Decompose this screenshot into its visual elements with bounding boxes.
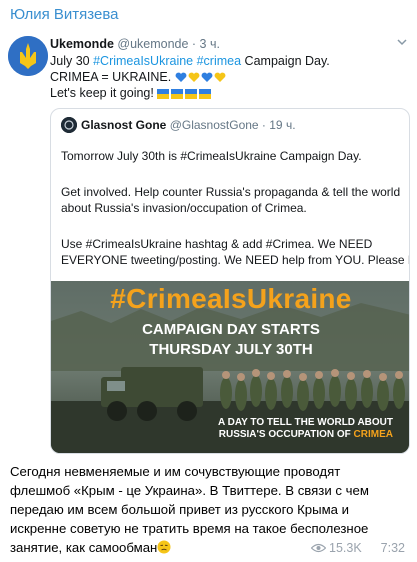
- channel-name[interactable]: Юлия Витязева: [10, 6, 118, 23]
- caption-line: передаю им всем большой привет из русско…: [10, 502, 350, 517]
- tweet-line-2: CRIMEA = UKRAINE.: [50, 70, 227, 85]
- hashtag-link[interactable]: #CrimeaIsUkraine: [93, 54, 193, 68]
- media-headline-2: THURSDAY JULY 30TH: [149, 341, 313, 358]
- quoted-text-line: Tomorrow July 30th is #CrimeaIsUkraine C…: [61, 149, 362, 163]
- quoted-display-name[interactable]: Glasnost Gone: [81, 118, 166, 132]
- eye-icon: [311, 543, 327, 553]
- chevron-down-icon[interactable]: [396, 36, 408, 48]
- caption-line: искренне советую не тратить время на так…: [10, 521, 369, 536]
- view-count: 15.3K: [329, 541, 362, 555]
- ukemonde-avatar[interactable]: [8, 36, 48, 76]
- tweet-display-name[interactable]: Ukemonde: [50, 37, 114, 51]
- campaign-image[interactable]: #CrimeaIsUkraine CAMPAIGN DAY STARTS THU…: [51, 281, 409, 453]
- blue-heart-icon: [175, 72, 187, 82]
- glasnostgone-avatar[interactable]: [61, 117, 77, 133]
- tweet-card[interactable]: Ukemonde @ukemonde · 3 ч. July 30 #Crime…: [8, 32, 412, 460]
- caption-line: Сегодня невменяемые и им сочувствующие п…: [10, 464, 341, 479]
- tweet-line-3: Let's keep it going!: [50, 86, 212, 100]
- quoted-text-line: about Russia's invasion/occupation of Cr…: [61, 201, 307, 215]
- tweet-line-1: July 30 #CrimeaIsUkraine #crimea Campaig…: [50, 54, 330, 68]
- post-meta: 15.3K 7:32: [311, 541, 405, 555]
- quoted-text-line: EVERYONE tweeting/posting. We NEED help …: [61, 253, 410, 267]
- heart-emoji-icons: [175, 71, 227, 85]
- quoted-tweet[interactable]: Glasnost Gone @GlasnostGone · 19 ч. Tomo…: [50, 108, 410, 454]
- quoted-text-line: Get involved. Help counter Russia's prop…: [61, 185, 401, 199]
- caption-line: флешмоб «Крым - це Украина». В Твиттере.…: [10, 483, 369, 498]
- media-hashtag: #CrimeaIsUkraine: [110, 283, 352, 314]
- ukraine-flags-icon: [157, 88, 212, 99]
- post-time: 7:32: [380, 541, 405, 555]
- tweet-handle-time: @ukemonde · 3 ч.: [117, 37, 220, 51]
- blue-heart-icon: [201, 72, 213, 82]
- quoted-handle-time: @GlasnostGone · 19 ч.: [169, 118, 296, 132]
- hashtag-link[interactable]: #crimea: [197, 54, 241, 68]
- quoted-text-line: Use #CrimeaIsUkraine hashtag & add #Crim…: [61, 237, 373, 251]
- media-subtitle: A DAY TO TELL THE WORLD ABOUT RUSSIA'S O…: [217, 417, 393, 440]
- yellow-heart-icon: [214, 72, 226, 82]
- yellow-heart-icon: [188, 72, 200, 82]
- unamused-face-icon: [157, 540, 171, 554]
- media-headline-1: CAMPAIGN DAY STARTS: [142, 321, 320, 338]
